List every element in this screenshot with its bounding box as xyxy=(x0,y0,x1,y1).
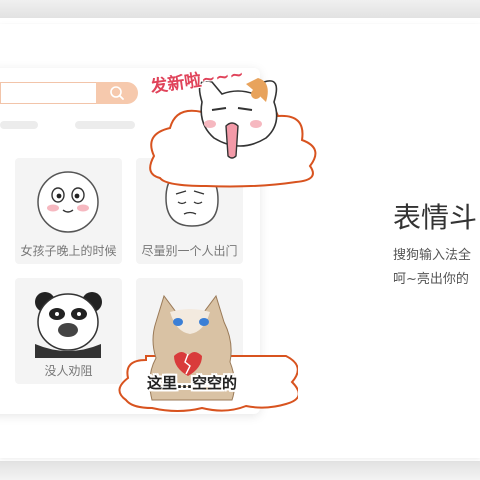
empty-caption: 这里…空空的 xyxy=(147,374,238,392)
panda-meme-sticker xyxy=(35,292,102,358)
tile-caption: 尽量别一个人出门 xyxy=(141,244,238,258)
feature-desc-line2: 呵~亮出你的 xyxy=(393,272,469,287)
promo-banner: 女孩子晚上的时候 尽量别一个人出门 没人劝阻 发新啦~~~ 这里…空空的 表情斗… xyxy=(0,0,480,480)
tab-placeholder xyxy=(75,121,135,129)
tile-caption: 女孩子晚上的时候 xyxy=(20,244,117,258)
emoji-tile: 没人劝阻 xyxy=(15,278,122,384)
search-icon xyxy=(110,86,124,100)
search-input xyxy=(0,82,96,104)
emoji-search-bar xyxy=(0,82,138,106)
smiley-face-sticker xyxy=(37,171,99,233)
search-button xyxy=(96,82,138,104)
cloud-photo-cat-sticker xyxy=(118,294,298,412)
tab-placeholder xyxy=(0,121,38,129)
tile-caption: 没人劝阻 xyxy=(44,364,93,378)
feature-desc-line1: 搜狗输入法全 xyxy=(393,248,472,263)
emoji-tile: 女孩子晚上的时候 xyxy=(15,158,122,264)
bottom-shadow-bar xyxy=(0,461,480,480)
top-shadow-bar xyxy=(0,0,480,18)
feature-title: 表情斗 xyxy=(393,201,478,234)
